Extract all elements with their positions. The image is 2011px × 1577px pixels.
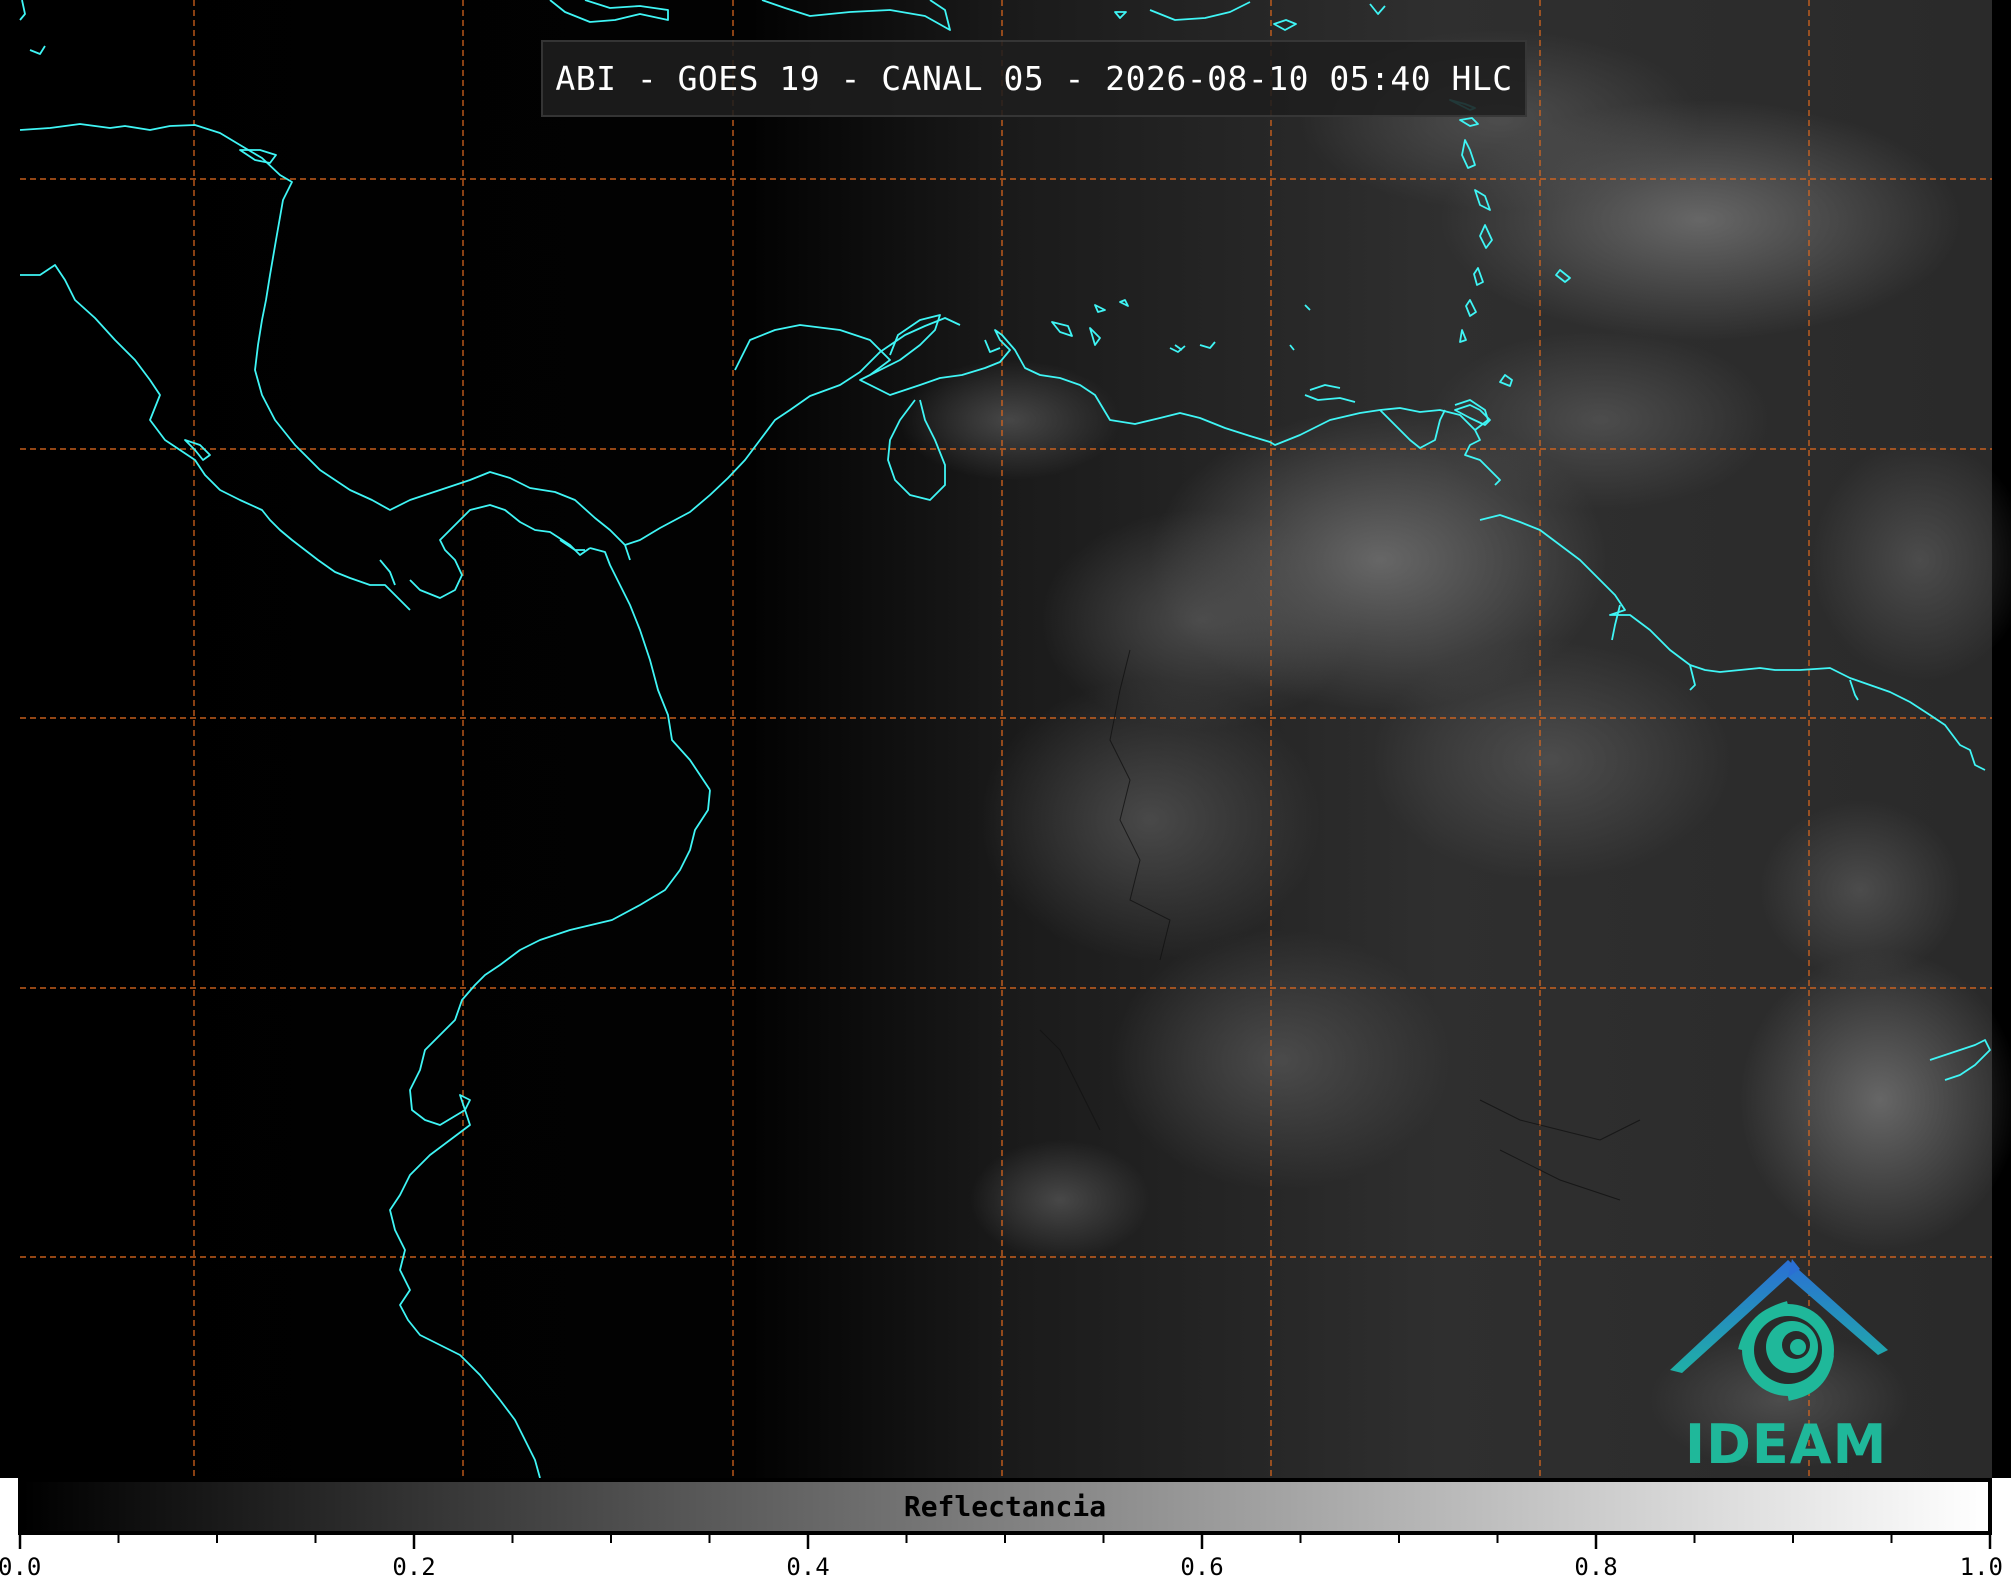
ideam-logo bbox=[1670, 1259, 1888, 1401]
colorbar-tick-label: 1.0 bbox=[1959, 1553, 2004, 1577]
satellite-viewer: ABI - GOES 19 - CANAL 05 - 2026-08-10 05… bbox=[0, 0, 2011, 1577]
colorbar-tick-label: 0.2 bbox=[392, 1553, 436, 1577]
map-title: ABI - GOES 19 - CANAL 05 - 2026-08-10 05… bbox=[555, 59, 1513, 98]
colorbar-tick-label: 0.4 bbox=[786, 1553, 830, 1577]
colorbar-tick-label: 0.6 bbox=[1180, 1553, 1224, 1577]
colorbar: Reflectancia bbox=[18, 1478, 1992, 1535]
colorbar-axis bbox=[18, 1535, 1992, 1549]
title-banner: ABI - GOES 19 - CANAL 05 - 2026-08-10 05… bbox=[541, 40, 1527, 117]
colorbar-tick-label: 0.8 bbox=[1574, 1553, 1618, 1577]
colorbar-label: Reflectancia bbox=[903, 1490, 1107, 1523]
colorbar-tick-label: 0.0 bbox=[0, 1553, 42, 1577]
logo-text: IDEAM bbox=[1685, 1413, 1888, 1476]
